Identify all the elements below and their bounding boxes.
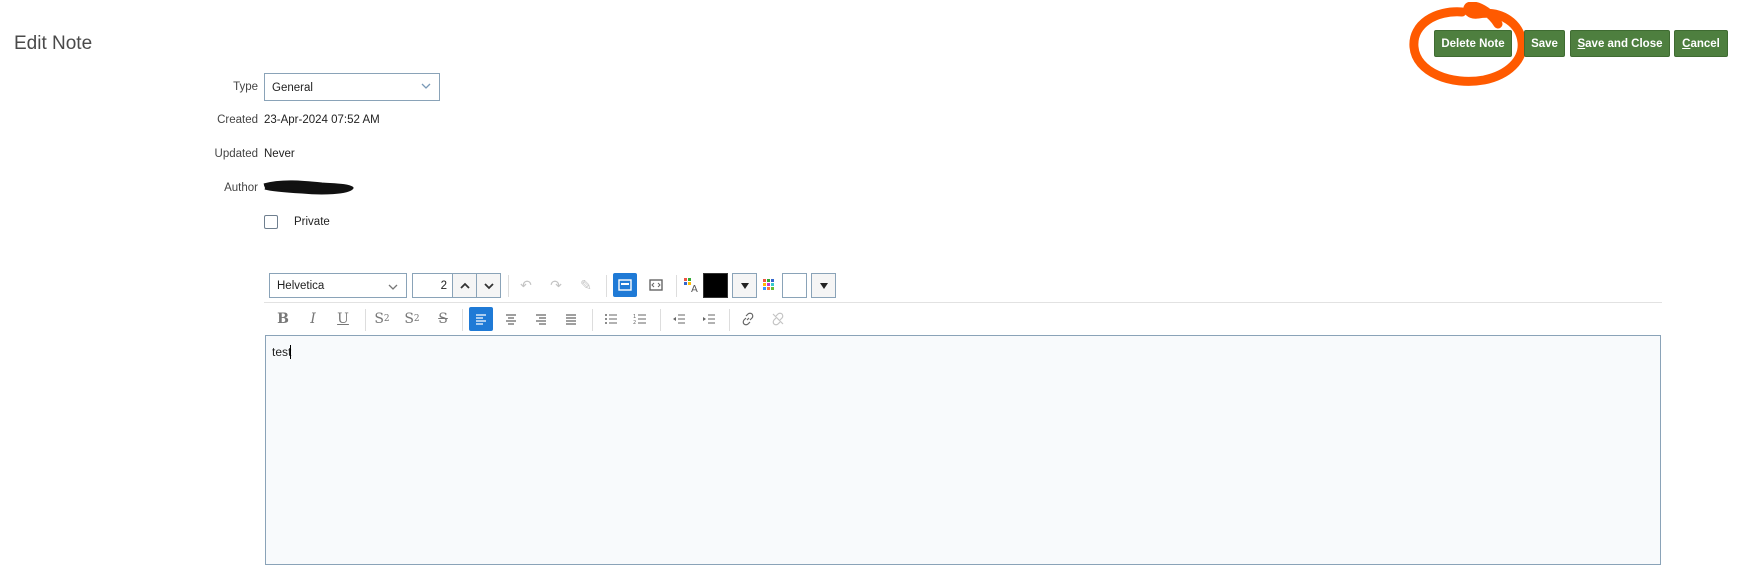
undo-icon[interactable]: ↶	[514, 273, 538, 297]
align-right-icon[interactable]	[529, 307, 553, 331]
created-value: 23-Apr-2024 07:52 AM	[264, 114, 380, 126]
svg-text:A: A	[691, 284, 698, 293]
subscript-icon[interactable]: S2	[370, 307, 394, 331]
caret-down-icon	[819, 282, 828, 289]
indent-icon[interactable]	[697, 307, 721, 331]
private-label: Private	[294, 216, 330, 228]
cancel-mnemonic: C	[1682, 37, 1691, 50]
font-family-select[interactable]: Helvetica	[269, 273, 407, 298]
numbered-list-icon[interactable]: 12	[628, 307, 652, 331]
chevron-down-icon	[421, 83, 431, 89]
save-and-close-button[interactable]: Save and Close	[1570, 30, 1670, 57]
private-checkbox[interactable]	[264, 215, 278, 229]
insert-link-icon[interactable]	[736, 307, 760, 331]
author-redaction	[263, 180, 354, 195]
chevron-down-icon	[388, 284, 398, 290]
chevron-down-icon	[483, 282, 494, 289]
rich-text-mode-icon[interactable]	[613, 273, 637, 297]
remove-link-icon[interactable]	[766, 307, 790, 331]
cancel-button[interactable]: Cancel	[1674, 30, 1728, 57]
background-color-swatch[interactable]	[782, 273, 807, 298]
text-color-dropdown[interactable]	[732, 273, 757, 298]
text-color-icon[interactable]: A	[679, 273, 703, 297]
font-size-increase-button[interactable]	[452, 273, 477, 298]
author-label: Author	[224, 182, 258, 194]
strikethrough-icon[interactable]: S	[431, 307, 455, 331]
created-label: Created	[217, 114, 258, 126]
align-left-icon[interactable]	[469, 307, 493, 331]
caret-down-icon	[740, 282, 749, 289]
save-button[interactable]: Save	[1524, 30, 1565, 57]
text-color-swatch[interactable]	[703, 273, 728, 298]
source-mode-icon[interactable]	[644, 273, 668, 297]
type-select[interactable]: General	[264, 73, 440, 101]
type-label: Type	[233, 81, 258, 93]
type-value: General	[272, 82, 313, 94]
note-content: test	[272, 345, 292, 359]
cancel-label: ancel	[1690, 37, 1720, 50]
font-size-value: 2	[440, 280, 447, 292]
font-size-input[interactable]: 2	[412, 273, 453, 298]
background-color-icon[interactable]	[757, 273, 781, 297]
clear-formatting-icon[interactable]: ✎	[574, 273, 598, 297]
delete-note-button[interactable]: Delete Note	[1434, 30, 1512, 57]
background-color-dropdown[interactable]	[811, 273, 836, 298]
note-editor[interactable]: test	[265, 335, 1661, 565]
page-title: Edit Note	[14, 33, 93, 54]
save-and-close-label: ave and Close	[1585, 37, 1663, 50]
superscript-icon[interactable]: S2	[400, 307, 424, 331]
bulleted-list-icon[interactable]	[599, 307, 623, 331]
updated-value: Never	[264, 148, 295, 160]
underline-icon[interactable]: U	[331, 307, 355, 331]
font-size-decrease-button[interactable]	[476, 273, 501, 298]
bold-icon[interactable]: B	[271, 307, 295, 331]
save-and-close-mnemonic: S	[1577, 37, 1586, 50]
align-center-icon[interactable]	[499, 307, 523, 331]
redo-icon[interactable]: ↷	[544, 273, 568, 297]
italic-icon[interactable]: I	[301, 307, 325, 331]
svg-text:2: 2	[633, 320, 636, 325]
updated-label: Updated	[214, 148, 258, 160]
outdent-icon[interactable]	[667, 307, 691, 331]
align-justify-icon[interactable]	[559, 307, 583, 331]
font-family-value: Helvetica	[277, 280, 325, 292]
chevron-up-icon	[459, 282, 470, 289]
